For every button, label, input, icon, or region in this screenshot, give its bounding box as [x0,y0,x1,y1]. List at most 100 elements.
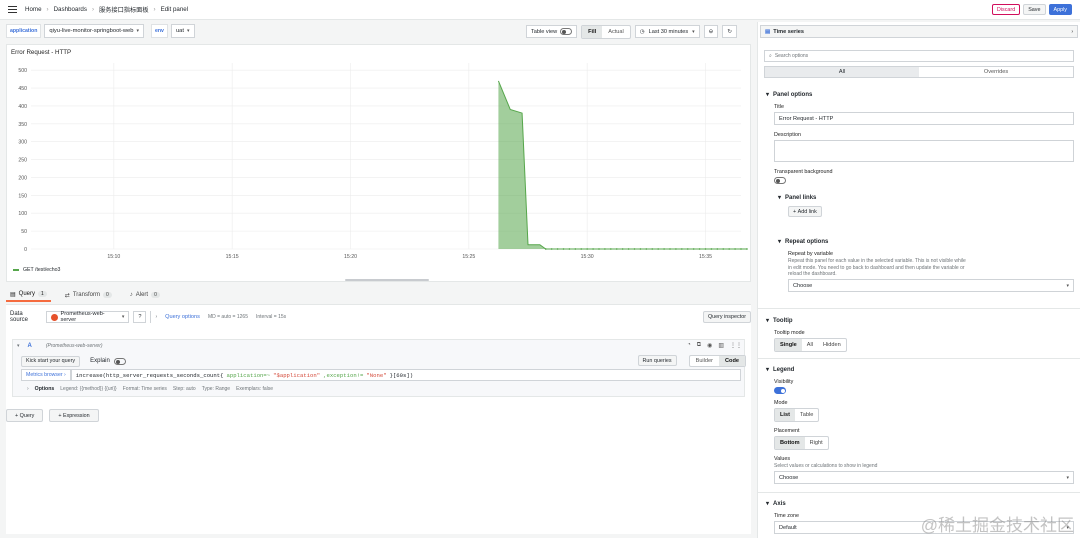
tab-label: Query [18,291,36,297]
data-point [580,248,583,250]
y-tick-label: 450 [18,86,27,92]
mode-label: Mode [774,400,788,406]
data-point [710,248,713,250]
transparent-toggle[interactable] [774,177,786,184]
select-value: Default [779,524,797,531]
visualization-picker[interactable]: ▤ Time series › [760,25,1078,38]
description-label: Description [774,132,801,138]
data-point [734,248,736,250]
tooltip-single[interactable]: Single [775,339,802,351]
data-point [598,248,600,250]
breadcrumb-home[interactable]: Home [25,6,42,13]
legend-swatch [13,269,19,271]
actual-button[interactable]: Actual [602,26,630,38]
kick-start-button[interactable]: Kick start your query [21,355,81,367]
time-range-picker[interactable]: ◷ Last 30 minutes ▾ [634,25,700,38]
add-expression-button[interactable]: + Expression [49,409,99,422]
add-link-label: Add link [797,208,817,215]
drag-handle-icon[interactable]: ⋮⋮ [730,342,742,349]
data-point [669,248,671,250]
run-queries-button[interactable]: Run queries [637,355,677,366]
md-info: MD = auto = 1265 [207,314,248,320]
placement-label: Placement [774,428,800,434]
description-textarea[interactable] [774,140,1074,162]
data-point [615,248,618,250]
add-link-button[interactable]: + Add link [788,206,822,217]
visualization-value: Time series [773,28,804,35]
variable-select-env[interactable]: uat ▾ [170,24,195,38]
repeat-variable-select[interactable]: Choose ▾ [788,279,1074,292]
trash-icon[interactable]: ▥ [718,342,724,349]
code-button[interactable]: Code [719,356,745,366]
data-source-picker[interactable]: Prometheus-web-server ▾ [45,311,130,323]
tooltip-header[interactable]: ▾ Tooltip [766,317,793,325]
query-options-summary[interactable]: › Options Legend: {{method}} {{uri}} For… [27,386,273,392]
data-source-help-button[interactable]: ? [133,311,147,323]
mode-table[interactable]: Table [795,409,818,421]
chevron-down-icon[interactable]: ▾ [17,343,20,349]
legend-header[interactable]: ▾ Legend [766,366,794,374]
zoom-out-button[interactable]: ⊖ [703,25,719,38]
query-ref-id[interactable]: A [28,343,32,349]
query-options-link[interactable]: Query options [165,314,200,320]
panel-options-header[interactable]: ▾ Panel options [766,91,812,99]
placement-bottom[interactable]: Bottom [775,437,805,449]
tab-alert[interactable]: ♪ Alert 0 [126,288,164,302]
add-query-button[interactable]: + Query [6,409,44,422]
tab-all[interactable]: All [765,67,919,77]
tab-overrides[interactable]: Overrides [919,67,1073,77]
title-label: Title [774,104,784,110]
timeseries-chart[interactable]: 0 50 100 150 200 250 300 350 400 450 500 15:10 15:15… [7,59,750,269]
fill-button[interactable]: Fill [582,25,603,38]
variable-value: uat [175,28,185,34]
legend-item[interactable]: GET /test/echo3 [23,267,60,273]
explain-toggle[interactable] [113,357,126,365]
chevron-down-icon: ▾ [1066,474,1069,481]
query-options-bar[interactable]: › Query options MD = auto = 1265 Interva… [150,311,699,323]
chevron-down-icon: ▾ [187,28,190,34]
options-label[interactable]: Options [35,386,55,392]
eye-icon[interactable]: ◉ [707,342,712,349]
apply-button[interactable]: Apply [1048,4,1072,15]
discard-button[interactable]: Discard [991,4,1021,15]
menu-icon[interactable] [8,6,17,13]
mode-list[interactable]: List [775,409,795,421]
save-button[interactable]: Save [1023,4,1046,15]
tab-query[interactable]: ▤ Query 1 [6,288,51,302]
data-point [704,248,707,250]
table-view-toggle[interactable]: Table view [526,25,578,38]
legend-values-select[interactable]: Choose ▾ [774,471,1074,484]
timeseries-icon: ▤ [765,28,771,35]
y-tick-label: 300 [18,140,27,146]
add-query-row: + Query + Expression [6,409,99,422]
section-title: Axis [773,500,786,507]
tooltip-hidden[interactable]: Hidden [818,339,846,351]
refresh-button[interactable]: ↻ [722,25,738,38]
query-expression-input[interactable]: increase(http_server_requests_seconds_co… [70,369,741,381]
panel-title-input[interactable]: Error Request - HTTP [774,112,1074,125]
interval-info: Interval = 15s [255,314,287,320]
panel-links-header[interactable]: ▾ Panel links [778,194,816,202]
legend-visibility-toggle[interactable] [774,387,786,394]
tooltip-all[interactable]: All [802,339,818,351]
breadcrumb-dashboards[interactable]: Dashboards [54,6,87,13]
breadcrumb-dashboard[interactable]: 服务接口指标面板 [99,5,149,14]
chevron-down-icon: ▾ [766,367,770,373]
zoom-out-icon: ⊖ [708,28,714,35]
tab-transform[interactable]: ⇄ Transform 0 [61,288,116,302]
variable-select-application[interactable]: qiyu-live-monitor-springboot-web ▾ [44,24,144,38]
search-options-input[interactable]: ⌕ Search options [764,50,1074,62]
repeat-options-header[interactable]: ▾ Repeat options [778,238,828,246]
axis-header[interactable]: ▾ Axis [766,500,786,508]
tab-count: 0 [151,292,160,298]
query-inspector-button[interactable]: Query inspector [702,311,751,323]
toggle-switch[interactable] [560,28,573,35]
query-ref-source: (Prometheus-web-server) [45,342,103,349]
metrics-browser-button[interactable]: Metrics browser › [21,369,71,381]
copy-icon[interactable]: ⧉ [697,342,701,349]
placement-right[interactable]: Right [805,437,828,449]
chevron-right-icon: › [1071,28,1073,35]
help-icon[interactable]: ◔ [687,342,691,349]
builder-button[interactable]: Builder [690,356,719,366]
resize-handle[interactable] [345,279,429,281]
